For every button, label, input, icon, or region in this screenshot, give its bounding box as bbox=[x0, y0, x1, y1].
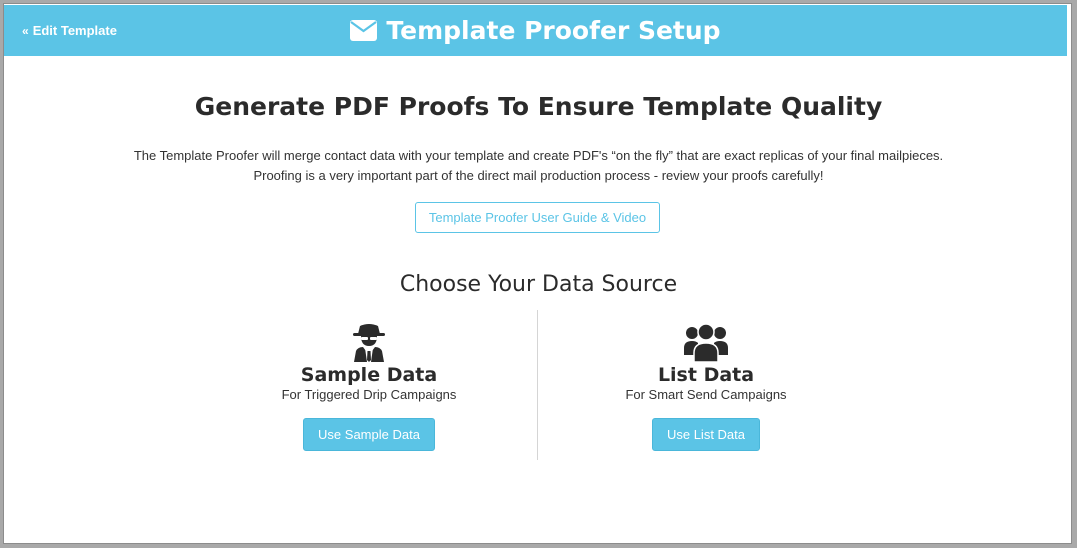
page-title: Template Proofer Setup bbox=[4, 5, 1067, 56]
sample-data-option: Sample Data For Triggered Drip Campaigns… bbox=[254, 318, 484, 451]
use-list-data-button[interactable]: Use List Data bbox=[651, 418, 761, 451]
list-data-option: List Data For Smart Send Campaigns Use L… bbox=[591, 318, 821, 451]
sample-data-subtitle: For Triggered Drip Campaigns bbox=[281, 387, 457, 402]
page-title-text: Template Proofer Setup bbox=[386, 16, 721, 45]
use-sample-data-button[interactable]: Use Sample Data bbox=[303, 418, 435, 451]
page-header: «Edit Template Template Proofer Setup bbox=[4, 5, 1067, 56]
description-line-2: Proofing is a very important part of the… bbox=[253, 168, 824, 183]
list-data-title: List Data bbox=[657, 364, 755, 386]
envelope-icon bbox=[350, 20, 378, 41]
users-icon bbox=[684, 323, 728, 362]
column-divider bbox=[537, 310, 538, 460]
description-line-1: The Template Proofer will merge contact … bbox=[133, 148, 944, 163]
sample-data-title: Sample Data bbox=[300, 364, 438, 386]
data-source-heading: Choose Your Data Source bbox=[399, 272, 678, 297]
description: The Template Proofer will merge contact … bbox=[0, 146, 1077, 186]
list-data-subtitle: For Smart Send Campaigns bbox=[625, 387, 787, 402]
main-headline: Generate PDF Proofs To Ensure Template Q… bbox=[194, 92, 883, 121]
user-secret-icon bbox=[353, 324, 385, 362]
user-guide-button[interactable]: Template Proofer User Guide & Video bbox=[415, 202, 660, 233]
